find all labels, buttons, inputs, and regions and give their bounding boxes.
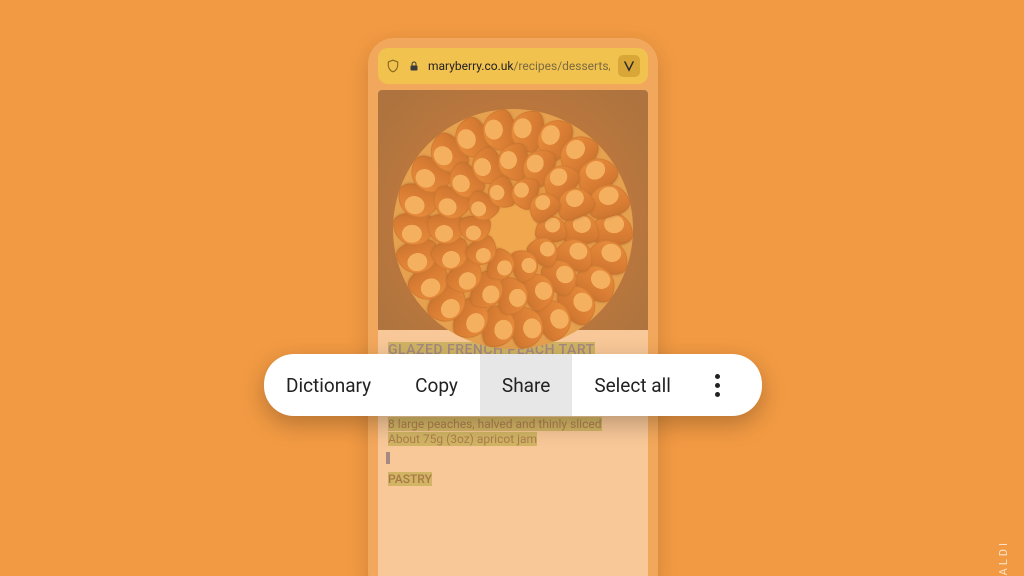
ingredient-line: 8 large peaches, halved and thinly slice… [388, 417, 602, 431]
phone-frame: maryberry.co.uk/recipes/desserts/g GLAZE… [368, 38, 658, 576]
shield-icon [386, 59, 400, 73]
context-menu-share[interactable]: Share [480, 354, 572, 416]
context-menu-copy[interactable]: Copy [393, 354, 480, 416]
text-selection-context-menu: DictionaryCopyShareSelect all [264, 354, 762, 416]
ingredient-line: About 75g (3oz) apricot jam [388, 432, 537, 446]
url-path: /recipes/desserts/g [513, 59, 610, 73]
context-menu-more-button[interactable] [693, 354, 743, 416]
context-menu-select-all[interactable]: Select all [572, 354, 693, 416]
webpage-content[interactable]: GLAZED FRENCH PEACH TART INGREDIENTS 55g… [378, 90, 648, 576]
pastry-heading: PASTRY [388, 472, 432, 486]
lock-icon [408, 60, 420, 72]
text-selection-handle[interactable] [386, 452, 390, 464]
recipe-hero-image [378, 90, 648, 330]
browser-url-bar[interactable]: maryberry.co.uk/recipes/desserts/g [378, 48, 648, 84]
vivaldi-menu-button[interactable] [618, 55, 640, 77]
url-domain: maryberry.co.uk [428, 59, 513, 73]
watermark-text: VIVALDI [997, 540, 1010, 576]
vivaldi-watermark: C VIVALDI [997, 540, 1010, 576]
context-menu-dictionary[interactable]: Dictionary [264, 354, 393, 416]
url-text[interactable]: maryberry.co.uk/recipes/desserts/g [428, 59, 610, 73]
more-vertical-icon [715, 374, 720, 397]
